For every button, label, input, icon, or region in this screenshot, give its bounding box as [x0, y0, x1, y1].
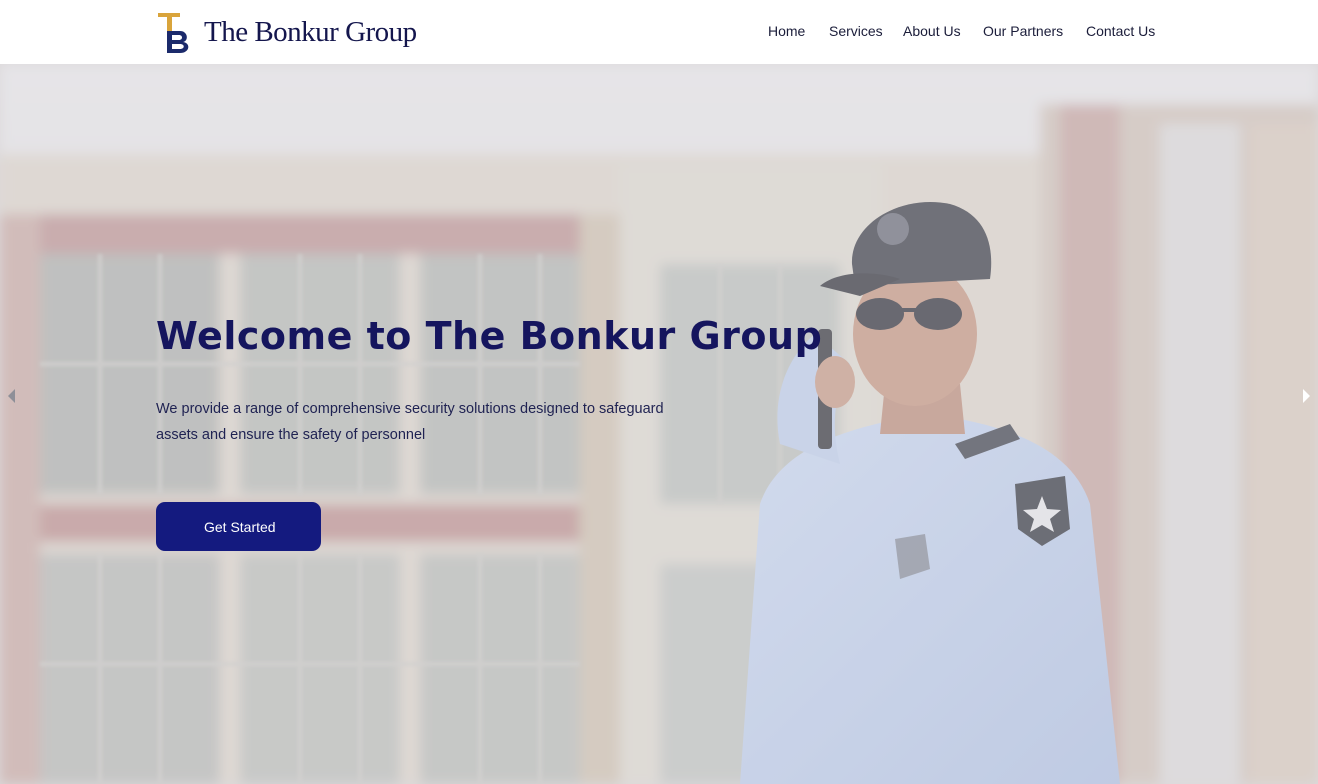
caret-left-icon [8, 389, 15, 403]
hero-description: We provide a range of comprehensive secu… [156, 401, 664, 443]
slider-next-button[interactable] [1298, 384, 1314, 408]
nav-home[interactable]: Home [768, 22, 805, 40]
slider-prev-button[interactable] [4, 384, 20, 408]
nav-our-partners[interactable]: Our Partners [983, 22, 1063, 40]
hero-slider: Welcome to The Bonkur Group We provide a… [0, 64, 1318, 784]
logo-text: The Bonkur Group [204, 15, 417, 48]
nav-contact-us[interactable]: Contact Us [1086, 22, 1155, 40]
caret-right-icon [1303, 389, 1310, 403]
get-started-button[interactable]: Get Started [156, 502, 321, 551]
logo-mark-icon [158, 13, 189, 53]
logo[interactable]: The Bonkur Group [156, 11, 417, 53]
nav-about-us[interactable]: About Us [903, 22, 961, 40]
hero-title: Welcome to The Bonkur Group [156, 314, 823, 358]
site-header: The Bonkur Group Home Services About Us … [0, 0, 1318, 64]
nav-services[interactable]: Services [829, 22, 883, 40]
